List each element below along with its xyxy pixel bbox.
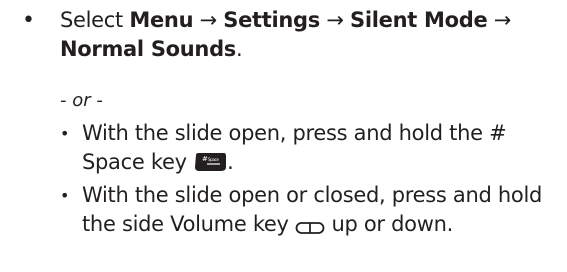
menu-label: Menu [129, 8, 194, 32]
normal-sounds-label: Normal Sounds [60, 37, 237, 61]
or-separator: - or - [60, 90, 103, 111]
space-key-icon: # Space [193, 151, 227, 181]
arrow-3: → [487, 8, 512, 32]
svg-text:Space: Space [208, 157, 220, 162]
settings-label: Settings [223, 8, 320, 32]
option-item-space-key: • With the slide open, press and hold th… [60, 119, 560, 181]
option-text: With the slide open, press and hold the … [82, 119, 560, 181]
main-bullet: • [22, 8, 35, 33]
sub-bullet: • [60, 124, 70, 143]
step-instruction: Select Menu → Settings → Silent Mode → N… [60, 6, 560, 64]
arrow-1: → [193, 8, 224, 32]
volume-key-icon [295, 214, 325, 243]
silent-mode-label: Silent Mode [350, 8, 488, 32]
option-item-volume-key: • With the slide open or closed, press a… [60, 181, 560, 243]
step-prefix: Select [60, 8, 130, 32]
option-text: With the slide open or closed, press and… [82, 181, 560, 243]
arrow-2: → [320, 8, 351, 32]
step-suffix: . [236, 37, 243, 61]
sub-bullet: • [60, 186, 70, 205]
instruction-block: • Select Menu → Settings → Silent Mode →… [0, 0, 567, 272]
